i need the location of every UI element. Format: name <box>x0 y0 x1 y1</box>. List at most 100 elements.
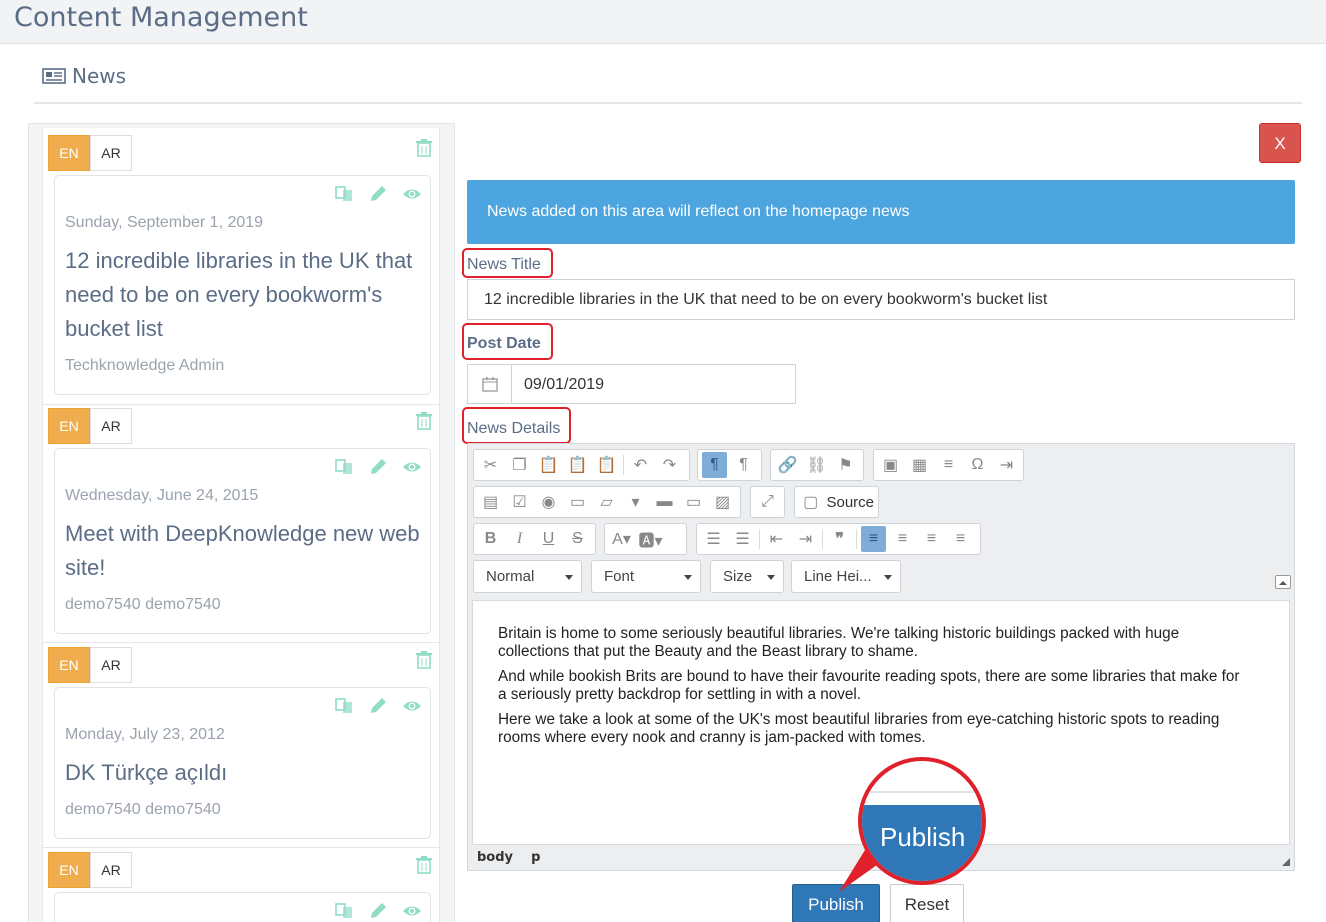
maximize-icon[interactable]: ⤢ <box>755 489 780 515</box>
ltr-icon[interactable]: ¶ <box>702 452 727 478</box>
news-list[interactable]: EN AR Sunday, September 1, 2019 12 incre… <box>42 128 441 922</box>
view-eye-icon[interactable] <box>402 457 422 477</box>
path-body[interactable]: body <box>477 850 513 865</box>
format-select[interactable]: Normal <box>473 560 582 593</box>
justify-icon[interactable]: ≡ <box>948 526 973 552</box>
reset-button[interactable]: Reset <box>890 884 964 922</box>
content-paragraph: Here we take a look at some of the UK's … <box>498 711 1220 746</box>
news-card: Sunday, September 1, 2019 12 incredible … <box>54 175 431 395</box>
trash-icon[interactable] <box>416 139 432 157</box>
path-p[interactable]: p <box>531 850 540 865</box>
lang-ar-button[interactable]: AR <box>90 647 132 683</box>
font-select[interactable]: Font <box>591 560 701 593</box>
lang-ar-button[interactable]: AR <box>90 408 132 444</box>
special-char-icon[interactable]: Ω <box>965 452 990 478</box>
news-title[interactable]: Meet with DeepKnowledge new web site! <box>65 517 421 585</box>
calendar-icon[interactable] <box>468 365 512 403</box>
select-icon[interactable]: ▾ <box>623 489 648 515</box>
align-left-icon[interactable]: ≡ <box>861 526 886 552</box>
view-eye-icon[interactable] <box>402 184 422 204</box>
lang-en-button[interactable]: EN <box>48 852 90 888</box>
trash-icon[interactable] <box>416 651 432 669</box>
translate-icon[interactable] <box>334 457 354 477</box>
background-color-icon[interactable]: 🅰▾ <box>638 526 663 552</box>
hidden-field-icon[interactable]: ▨ <box>710 489 735 515</box>
app-title: Content Management <box>14 2 308 33</box>
news-details-label: News Details <box>467 420 561 437</box>
underline-icon[interactable]: U <box>536 526 561 552</box>
page-break-icon[interactable]: ⇥ <box>994 452 1019 478</box>
indent-icon[interactable]: ⇥ <box>793 526 818 552</box>
paste-icon[interactable]: 📋 <box>536 452 561 478</box>
news-author: Techknowledge Admin <box>65 357 225 374</box>
translate-icon[interactable] <box>334 901 354 921</box>
redo-icon[interactable]: ↷ <box>657 452 682 478</box>
news-title[interactable]: DK Türkçe açıldı <box>65 756 421 790</box>
maximize-toolbar-group: ⤢ <box>750 486 785 518</box>
callout-label: Publish <box>862 805 982 881</box>
lang-ar-button[interactable]: AR <box>90 135 132 171</box>
bulleted-list-icon[interactable]: ☰ <box>730 526 755 552</box>
align-right-icon[interactable]: ≡ <box>919 526 944 552</box>
language-toggle: EN AR <box>48 647 132 683</box>
checkbox-icon[interactable]: ☑ <box>507 489 532 515</box>
lang-ar-button[interactable]: AR <box>90 852 132 888</box>
paste-text-icon[interactable]: 📋 <box>565 452 590 478</box>
anchor-flag-icon[interactable]: ⚑ <box>833 452 858 478</box>
edit-pencil-icon[interactable] <box>368 696 388 716</box>
callout-edge <box>862 791 982 793</box>
line-height-select[interactable]: Line Hei... <box>791 560 901 593</box>
link-icon[interactable]: 🔗 <box>775 452 800 478</box>
translate-icon[interactable] <box>334 696 354 716</box>
image-icon[interactable]: ▣ <box>878 452 903 478</box>
bold-icon[interactable]: B <box>478 526 503 552</box>
post-date-field[interactable]: 09/01/2019 <box>467 364 796 404</box>
lang-en-button[interactable]: EN <box>48 647 90 683</box>
undo-icon[interactable]: ↶ <box>628 452 653 478</box>
source-icon[interactable]: ▢ <box>799 489 822 515</box>
cut-icon[interactable]: ✂ <box>478 452 503 478</box>
numbered-list-icon[interactable]: ☰ <box>701 526 726 552</box>
copy-icon[interactable]: ❐ <box>507 452 532 478</box>
rtl-icon[interactable]: ¶ <box>731 452 756 478</box>
trash-icon[interactable] <box>416 412 432 430</box>
translate-icon[interactable] <box>334 184 354 204</box>
radio-icon[interactable]: ◉ <box>536 489 561 515</box>
post-date-input[interactable]: 09/01/2019 <box>512 365 604 403</box>
size-select[interactable]: Size <box>710 560 784 593</box>
news-author: demo7540 demo7540 <box>65 801 221 818</box>
edit-pencil-icon[interactable] <box>368 184 388 204</box>
newspaper-icon <box>42 68 66 84</box>
view-eye-icon[interactable] <box>402 696 422 716</box>
horizontal-line-icon[interactable]: ≡ <box>936 452 961 478</box>
news-title-input[interactable]: 12 incredible libraries in the UK that n… <box>467 279 1295 320</box>
form-icon[interactable]: ▤ <box>478 489 503 515</box>
align-center-icon[interactable]: ≡ <box>890 526 915 552</box>
strikethrough-icon[interactable]: S <box>565 526 590 552</box>
unlink-icon[interactable]: ⛓ <box>804 452 829 478</box>
image-button-icon[interactable]: ▭ <box>681 489 706 515</box>
textfield-icon[interactable]: ▭ <box>565 489 590 515</box>
source-button-label[interactable]: Source <box>826 494 874 511</box>
edit-pencil-icon[interactable] <box>368 901 388 921</box>
edit-pencil-icon[interactable] <box>368 457 388 477</box>
paste-word-icon[interactable]: 📋 <box>594 452 619 478</box>
clipboard-toolbar-group: ✂ ❐ 📋 📋 📋 ↶ ↷ <box>473 449 690 481</box>
outdent-icon[interactable]: ⇤ <box>764 526 789 552</box>
textarea-icon[interactable]: ▱ <box>594 489 619 515</box>
toolbar-separator <box>822 529 823 549</box>
italic-icon[interactable]: I <box>507 526 532 552</box>
text-color-icon[interactable]: A▾ <box>609 526 634 552</box>
lang-en-button[interactable]: EN <box>48 408 90 444</box>
close-button[interactable]: X <box>1259 123 1301 163</box>
lang-en-button[interactable]: EN <box>48 135 90 171</box>
collapse-toolbar-icon[interactable] <box>1275 575 1291 589</box>
view-eye-icon[interactable] <box>402 901 422 921</box>
trash-icon[interactable] <box>416 856 432 874</box>
blockquote-icon[interactable]: ❞ <box>827 526 852 552</box>
button-icon[interactable]: ▬ <box>652 489 677 515</box>
resize-handle[interactable] <box>1282 858 1290 866</box>
card-actions <box>334 184 422 204</box>
news-title[interactable]: 12 incredible libraries in the UK that n… <box>65 244 421 346</box>
table-icon[interactable]: ▦ <box>907 452 932 478</box>
